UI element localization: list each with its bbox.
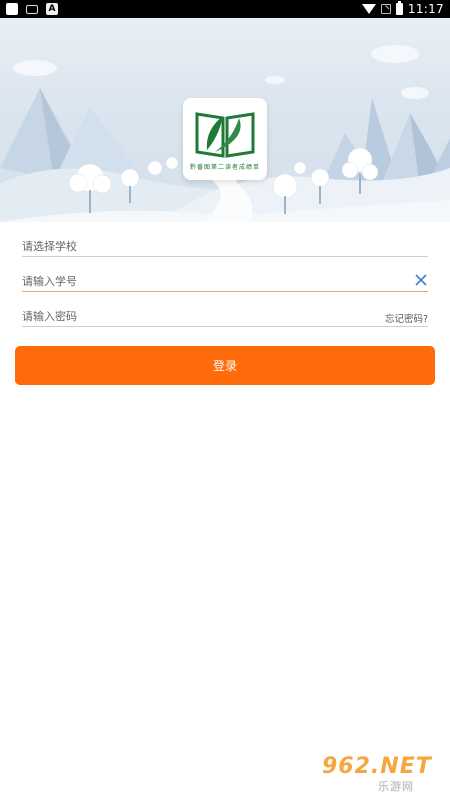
login-button[interactable]: 登录 (15, 346, 435, 385)
school-select-input[interactable] (22, 225, 428, 253)
wifi-icon (361, 4, 376, 14)
close-icon[interactable] (414, 273, 428, 287)
a-icon: A (46, 3, 58, 15)
password-input[interactable] (22, 295, 428, 323)
keyboard-icon (26, 4, 38, 14)
school-logo: 黔番图第二读者成绩单 (183, 98, 267, 180)
header-illustration: 黔番图第二读者成绩单 (0, 18, 450, 222)
site-watermark: 962.NET 乐游网 (316, 750, 446, 796)
status-right-icons: 11:17 (361, 1, 444, 16)
student-id-input[interactable] (22, 260, 428, 288)
logo-caption: 黔番图第二读者成绩单 (189, 163, 260, 171)
status-time: 11:17 (407, 2, 444, 16)
school-field[interactable] (22, 222, 428, 257)
battery-icon (395, 1, 403, 15)
login-form: 忘记密码? (22, 222, 428, 327)
password-field[interactable]: 忘记密码? (22, 292, 428, 327)
status-bar: A 11:17 (0, 0, 450, 18)
app-icon (6, 3, 18, 15)
student-id-field[interactable] (22, 257, 428, 292)
forgot-password-link[interactable]: 忘记密码? (385, 311, 428, 325)
no-signal-icon (380, 4, 391, 14)
watermark-logo-text: 962.NET (322, 754, 432, 779)
open-book-leaf-logo-icon (195, 111, 255, 158)
watermark-sub-text: 乐游网 (378, 780, 414, 793)
status-left-icons: A (6, 3, 58, 15)
